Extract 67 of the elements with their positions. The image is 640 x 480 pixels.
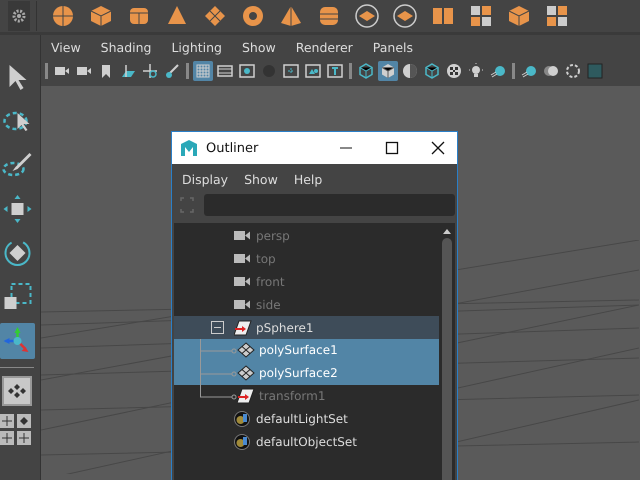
toolbar-grip[interactable]	[512, 63, 515, 79]
menu-item[interactable]: Lighting	[171, 40, 222, 60]
app-logo-icon	[180, 139, 198, 157]
collapse-toggle[interactable]	[211, 321, 224, 334]
menu-item[interactable]: Renderer	[296, 40, 353, 60]
node-label: polySurface1	[259, 343, 338, 358]
outliner-row[interactable]: defaultLightSet	[174, 407, 439, 430]
menu-item[interactable]: Show	[244, 172, 278, 187]
settings-icon[interactable]	[12, 9, 26, 23]
node-label: side	[256, 298, 281, 312]
cube-toggle-icon[interactable]	[378, 61, 398, 81]
node-label: defaultObjectSet	[256, 434, 358, 449]
scroll-up-icon[interactable]	[443, 229, 451, 234]
outliner-row[interactable]: polySurface2	[174, 362, 439, 385]
outliner-row[interactable]: polySurface1	[174, 338, 439, 362]
window-title: Outliner	[206, 140, 258, 156]
set-icon	[234, 410, 252, 427]
search-field[interactable]	[204, 194, 455, 216]
mesh-icon	[237, 342, 255, 358]
ring-toggle-icon[interactable]	[563, 61, 583, 81]
tree-connector	[200, 338, 237, 362]
outliner-row[interactable]: pSphere1	[174, 316, 439, 339]
maximize-icon[interactable]	[385, 141, 399, 155]
mesh-icon	[237, 365, 255, 382]
grid-toggle-icon[interactable]	[193, 61, 213, 81]
node-label: pSphere1	[256, 320, 314, 335]
node-label: persp	[256, 229, 290, 244]
grid-icon[interactable]	[469, 4, 493, 28]
toolbar-grip[interactable]	[45, 63, 48, 79]
menu-item[interactable]: Display	[182, 172, 228, 187]
half-toggle-icon[interactable]	[400, 61, 420, 81]
torus-icon[interactable]	[241, 4, 265, 28]
plus-grid-icon[interactable]	[0, 414, 14, 428]
outliner-row[interactable]: defaultObjectSet	[174, 430, 439, 453]
node-label: transform1	[259, 388, 326, 403]
grid-icon[interactable]	[545, 4, 569, 28]
node-label: defaultLightSet	[256, 412, 348, 426]
transform-icon	[234, 320, 252, 336]
menu-item[interactable]: Panels	[372, 40, 414, 60]
close-icon[interactable]	[431, 141, 445, 155]
node-label: polySurface2	[259, 366, 338, 380]
toolbar-grip[interactable]	[186, 63, 189, 79]
menu-item[interactable]: Shading	[100, 40, 152, 60]
set-icon	[234, 434, 252, 450]
menu-item[interactable]: Help	[294, 172, 322, 187]
plus-grid-icon[interactable]	[17, 431, 31, 445]
layers-icon[interactable]	[393, 4, 417, 28]
node-label: front	[256, 274, 285, 289]
toolbar-grip[interactable]	[349, 63, 352, 79]
diamonds-icon	[8, 384, 26, 398]
diamond-icon[interactable]	[17, 414, 31, 428]
checker-toggle-icon[interactable]	[444, 61, 464, 81]
plane-icon[interactable]	[203, 4, 227, 28]
cube-icon[interactable]	[507, 4, 531, 28]
node-label: top	[256, 252, 276, 266]
pyramid-icon[interactable]	[279, 4, 303, 28]
menu-item[interactable]: Show	[242, 40, 276, 60]
menu-item[interactable]: View	[51, 40, 81, 60]
target-toggle-icon[interactable]	[140, 61, 160, 81]
square-toggle-icon[interactable]	[585, 61, 605, 81]
sphere-icon[interactable]	[51, 4, 75, 28]
plus-grid-icon[interactable]	[0, 431, 14, 445]
layers-icon[interactable]	[355, 4, 379, 28]
cube-icon[interactable]	[89, 4, 113, 28]
pipe-icon[interactable]	[317, 4, 341, 28]
layout-button[interactable]	[2, 376, 32, 406]
transform-icon	[237, 388, 255, 404]
